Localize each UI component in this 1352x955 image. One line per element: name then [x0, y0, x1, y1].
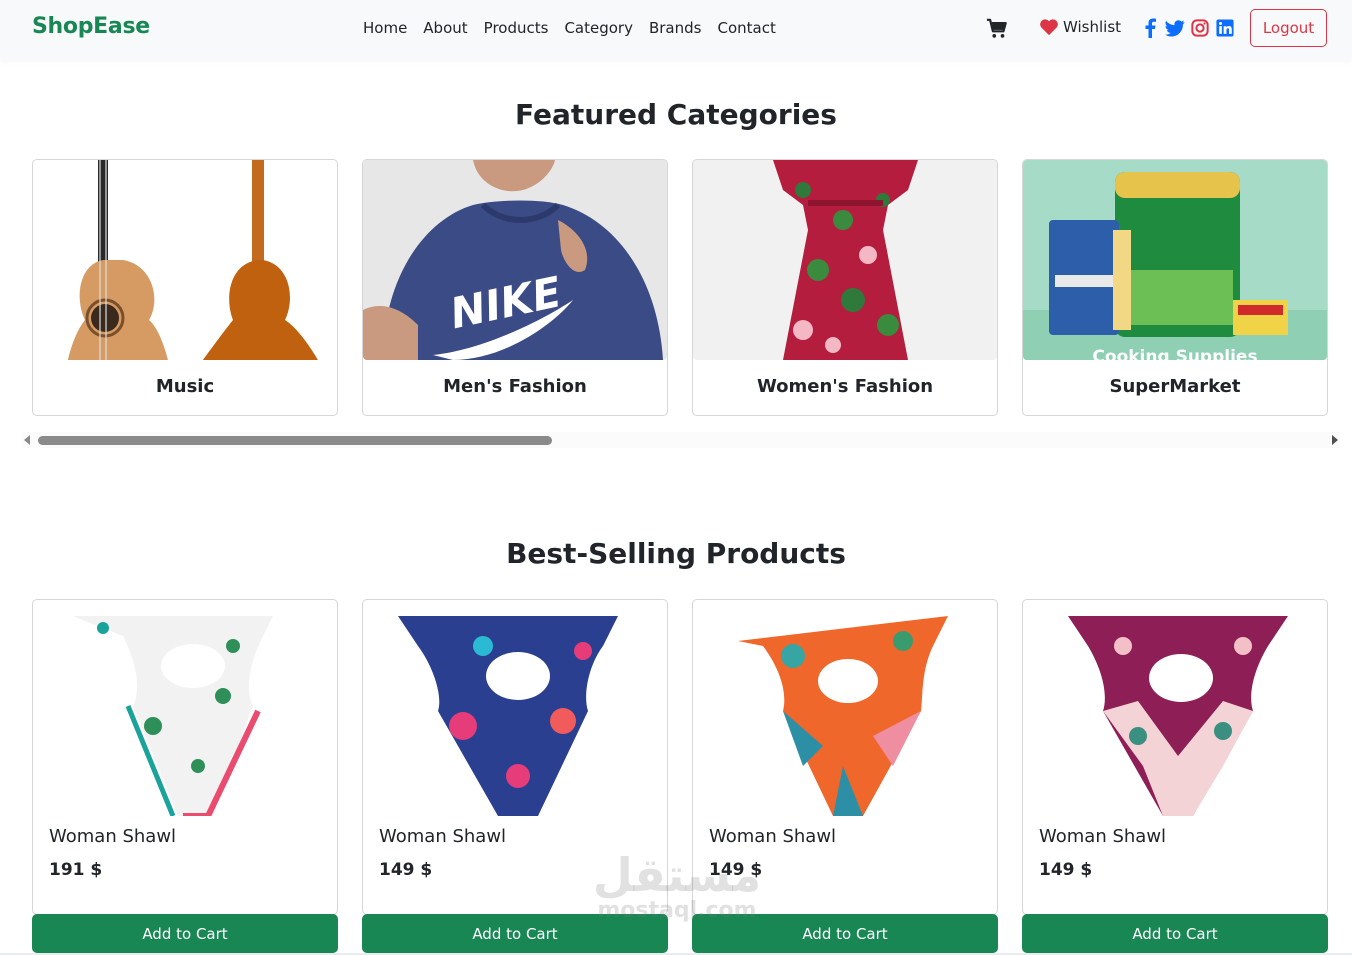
add-to-cart-button[interactable]: Add to Cart [32, 914, 338, 953]
product-card[interactable]: Woman Shawl 149 $ [1022, 599, 1328, 915]
brand-logo[interactable]: ShopEase [32, 14, 150, 39]
product-image [363, 616, 667, 816]
logout-button[interactable]: Logout [1250, 9, 1327, 47]
product-name: Woman Shawl [379, 826, 507, 847]
twitter-icon[interactable] [1165, 17, 1185, 39]
social-links [1140, 17, 1235, 39]
nav-link-contact[interactable]: Contact [717, 19, 775, 37]
scrollbar-thumb[interactable] [38, 436, 552, 445]
product-price: 149 $ [379, 860, 433, 880]
nav-link-products[interactable]: Products [484, 19, 549, 37]
product-image [1023, 616, 1327, 816]
product-name: Woman Shawl [1039, 826, 1167, 847]
nav-link-brands[interactable]: Brands [649, 19, 702, 37]
instagram-icon[interactable] [1190, 17, 1210, 39]
category-card-supermarket[interactable]: Cooking Supplies SuperMarket [1022, 159, 1328, 416]
category-card-music[interactable]: Music [32, 159, 338, 416]
scroll-right-arrow-icon[interactable] [1332, 435, 1338, 445]
facebook-icon[interactable] [1140, 17, 1160, 39]
category-card-womens-fashion[interactable]: Women's Fashion [692, 159, 998, 416]
category-image-mens-fashion: NIKE [363, 160, 667, 360]
nav-link-about[interactable]: About [423, 19, 467, 37]
product-name: Woman Shawl [709, 826, 837, 847]
cart-icon[interactable] [986, 18, 1008, 40]
category-label: Women's Fashion [756, 376, 934, 397]
linkedin-icon[interactable] [1215, 17, 1235, 39]
product-price: 191 $ [49, 860, 103, 880]
product-image [693, 616, 997, 816]
watermark-latin: mostaql.com [597, 898, 757, 923]
watermark-arabic: مستقل [592, 848, 762, 902]
product-image [33, 616, 337, 819]
add-to-cart-button[interactable]: Add to Cart [1022, 914, 1328, 953]
category-label: Music [155, 376, 215, 397]
category-scrollbar[interactable] [22, 432, 1340, 448]
wishlist-label: Wishlist [1063, 18, 1122, 36]
nav-links: Home About Products Category Brands Cont… [363, 19, 792, 37]
supermarket-overlay-text: Cooking Supplies [1092, 347, 1257, 360]
category-label: Men's Fashion [443, 376, 587, 397]
category-label: SuperMarket [1109, 376, 1241, 397]
navbar: ShopEase Home About Products Category Br… [0, 0, 1352, 60]
watermark: مستقل mostaql.com [592, 850, 762, 922]
wishlist-link[interactable]: Wishlist [1039, 18, 1121, 36]
nav-link-category[interactable]: Category [564, 19, 633, 37]
category-image-music [33, 160, 337, 360]
nav-link-home[interactable]: Home [363, 19, 407, 37]
featured-categories-title: Featured Categories [515, 98, 837, 131]
heart-icon [1040, 19, 1058, 36]
category-card-mens-fashion[interactable]: NIKE Men's Fashion [362, 159, 668, 416]
category-image-womens-fashion [693, 160, 997, 360]
product-card[interactable]: Woman Shawl 191 $ [32, 599, 338, 915]
product-price: 149 $ [1039, 860, 1093, 880]
best-selling-title: Best-Selling Products [506, 537, 846, 570]
category-image-supermarket: Cooking Supplies [1023, 160, 1327, 360]
product-name: Woman Shawl [49, 826, 177, 847]
scroll-left-arrow-icon[interactable] [24, 435, 30, 445]
